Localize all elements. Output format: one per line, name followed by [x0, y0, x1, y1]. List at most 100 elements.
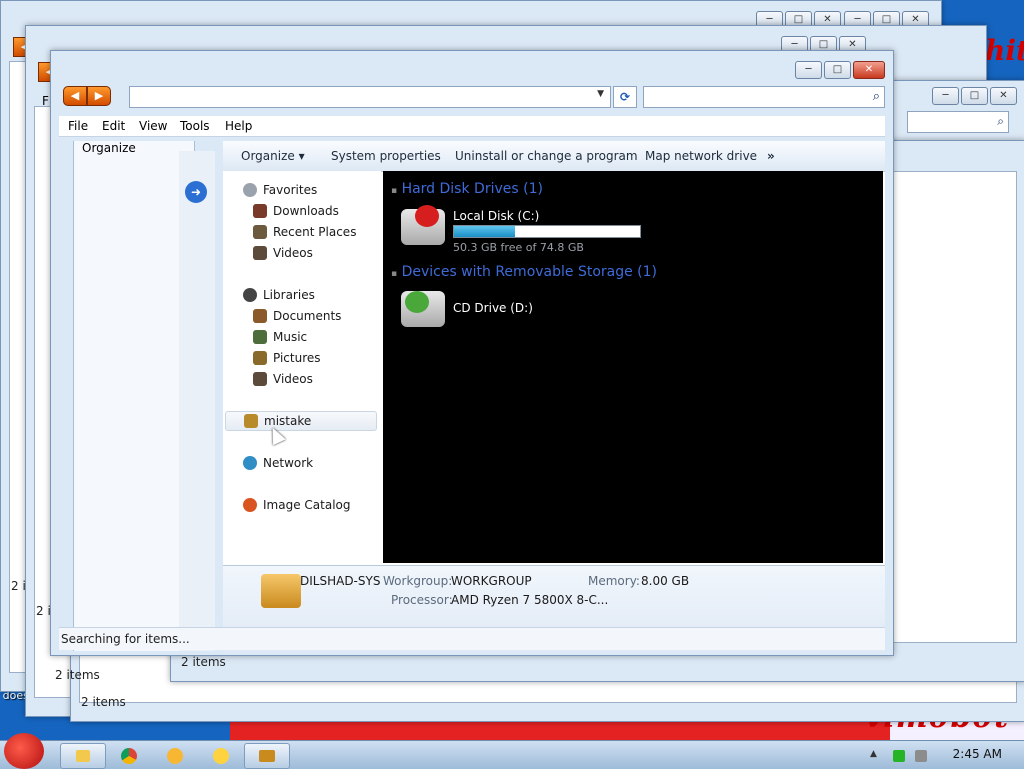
computer-icon	[261, 574, 301, 608]
background-items-count: 2 items	[55, 668, 100, 682]
menu-view[interactable]: View	[139, 119, 167, 133]
nav-documents[interactable]: Documents	[253, 309, 341, 323]
music-icon	[253, 330, 267, 344]
libraries-icon	[243, 288, 257, 302]
nav-computer[interactable]: mistake	[225, 411, 377, 431]
nav-videos-favorite[interactable]: Videos	[253, 246, 313, 260]
processor-value: AMD Ryzen 7 5800X 8-C...	[451, 593, 609, 607]
minimize-button[interactable]: ─	[795, 61, 822, 79]
navigation-pane: Favorites Downloads Recent Places Videos…	[223, 171, 381, 563]
processor-label: Processor:	[391, 593, 453, 607]
disk-usage-fill	[454, 226, 516, 237]
close-button[interactable]: ✕	[853, 61, 885, 79]
nav-downloads[interactable]: Downloads	[253, 204, 339, 218]
uninstall-program-button[interactable]: Uninstall or change a program	[455, 149, 638, 163]
nav-favorites[interactable]: Favorites	[243, 183, 317, 197]
documents-icon	[253, 309, 267, 323]
group-header-hard-disk[interactable]: ▪ Hard Disk Drives (1)	[391, 181, 543, 197]
computer-taskbar-icon	[259, 749, 275, 762]
nav-recent-places[interactable]: Recent Places	[253, 225, 356, 239]
organize-partial[interactable]: Organize	[82, 141, 136, 155]
memory-value: 8.00 GB	[641, 574, 690, 588]
local-disk-c[interactable]: Local Disk (C:) 50.3 GB free of 74.8 GB	[401, 205, 661, 257]
status-text: Searching for items...	[61, 632, 190, 646]
menu-tools[interactable]: Tools	[180, 119, 210, 133]
status-bar: Searching for items...	[59, 627, 885, 650]
explorer-content: Organize ▾ System properties Uninstall o…	[223, 141, 885, 652]
taskbar-explorer[interactable]	[60, 743, 106, 769]
menu-bar: File Edit View Tools Help	[59, 116, 885, 137]
menu-file[interactable]: File	[68, 119, 88, 133]
image-catalog-icon	[243, 498, 257, 512]
maximize-button[interactable]: □	[824, 61, 851, 79]
drives-pane: ▪ Hard Disk Drives (1) Local Disk (C:) 5…	[383, 171, 883, 563]
smiley-icon	[213, 747, 229, 764]
sun-icon	[167, 747, 183, 764]
group-header-removable[interactable]: ▪ Devices with Removable Storage (1)	[391, 264, 657, 280]
videos-icon	[253, 372, 267, 386]
more-commands-button[interactable]: »	[767, 149, 775, 163]
menu-edit[interactable]: Edit	[102, 119, 125, 133]
wallpaper-text-top: hit	[985, 34, 1024, 67]
search-box[interactable]: ⌕	[643, 86, 885, 108]
minimize-button[interactable]: ─	[932, 87, 959, 105]
disk-usage-bar	[453, 225, 641, 238]
computer-explorer-window[interactable]: ─ □ ✕ ◀ ▶ ▼ ⟳ ⌕ File Edit View Tools Hel…	[50, 50, 894, 656]
nav-videos-library[interactable]: Videos	[253, 372, 313, 386]
address-bar[interactable]: ▼	[129, 86, 611, 108]
recent-places-icon	[253, 225, 267, 239]
search-box[interactable]: ⌕	[907, 111, 1009, 133]
cd-drive-d[interactable]: CD Drive (D:)	[401, 289, 601, 331]
search-icon: ⌕	[997, 114, 1004, 128]
refresh-icon[interactable]: ⟳	[613, 86, 637, 108]
taskbar-app-sun[interactable]	[152, 743, 198, 769]
computer-name: DILSHAD-SYS	[300, 574, 381, 588]
arrow-circle-icon: ➜	[185, 181, 207, 203]
clock[interactable]: 2:45 AM	[953, 747, 1002, 761]
taskbar-app-smiley[interactable]	[198, 743, 244, 769]
nav-network[interactable]: Network	[243, 456, 313, 470]
local-disk-free-space: 50.3 GB free of 74.8 GB	[453, 241, 584, 254]
cd-drive-name: CD Drive (D:)	[453, 301, 533, 315]
downloads-icon	[253, 204, 267, 218]
map-network-drive-button[interactable]: Map network drive	[645, 149, 757, 163]
hard-disk-icon	[401, 205, 445, 245]
nav-libraries[interactable]: Libraries	[243, 288, 315, 302]
close-button[interactable]: ✕	[990, 87, 1017, 105]
organize-button[interactable]: Organize ▾	[241, 149, 305, 163]
background-sidebar-ghost: ➜	[179, 151, 215, 651]
start-button[interactable]	[4, 733, 44, 769]
cd-drive-icon	[401, 291, 445, 327]
videos-icon	[253, 246, 267, 260]
command-bar: Organize ▾ System properties Uninstall o…	[223, 141, 885, 172]
nav-pictures[interactable]: Pictures	[253, 351, 321, 365]
taskbar-app-computer[interactable]	[244, 743, 290, 769]
show-hidden-icons[interactable]: ▲	[870, 749, 877, 759]
nav-image-catalog[interactable]: Image Catalog	[243, 498, 350, 512]
local-disk-name: Local Disk (C:)	[453, 209, 540, 223]
computer-icon	[244, 414, 258, 428]
system-properties-button[interactable]: System properties	[331, 149, 441, 163]
maximize-button[interactable]: □	[961, 87, 988, 105]
items-count: 2 items	[181, 655, 226, 669]
folder-icon	[76, 749, 90, 762]
forward-button[interactable]: ▶	[87, 86, 111, 106]
workgroup-label: Workgroup:	[383, 574, 453, 588]
menu-help[interactable]: Help	[225, 119, 252, 133]
star-icon	[243, 183, 257, 197]
taskbar-chrome[interactable]	[106, 743, 152, 769]
taskbar: ▲ 2:45 AM	[0, 733, 1024, 769]
network-icon	[243, 456, 257, 470]
address-dropdown-icon[interactable]: ▼	[597, 89, 604, 99]
chrome-icon	[121, 747, 137, 764]
volume-tray-icon[interactable]	[915, 750, 927, 762]
search-icon: ⌕	[872, 89, 880, 104]
background-nav-ghost: Organize	[73, 141, 195, 651]
items-count: 2 items	[81, 695, 126, 709]
workgroup-value: WORKGROUP	[451, 574, 532, 588]
network-tray-icon[interactable]	[893, 750, 905, 762]
memory-label: Memory:	[588, 574, 640, 588]
nav-music[interactable]: Music	[253, 330, 307, 344]
back-button[interactable]: ◀	[63, 86, 87, 106]
pictures-icon	[253, 351, 267, 365]
